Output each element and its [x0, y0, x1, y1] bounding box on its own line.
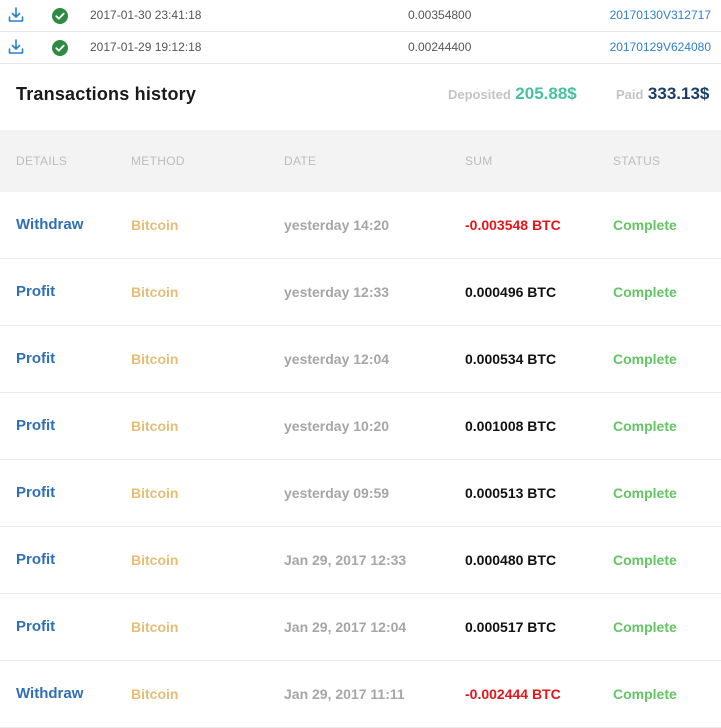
- transaction-details-link[interactable]: Profit: [16, 259, 55, 325]
- table-row: Profit Bitcoin yesterday 09:59 0.000513 …: [0, 460, 721, 527]
- transaction-details-link[interactable]: Profit: [16, 527, 55, 593]
- table-row: Withdraw Bitcoin Jan 29, 2017 11:11 -0.0…: [0, 661, 721, 728]
- table-row: Profit Bitcoin Jan 29, 2017 12:04 0.0005…: [0, 594, 721, 661]
- transaction-date: yesterday 12:04: [284, 351, 390, 367]
- table-row: Profit Bitcoin yesterday 10:20 0.001008 …: [0, 393, 721, 460]
- transaction-date: Jan 29, 2017 12:33: [284, 552, 407, 568]
- table-header: DETAILS METHOD DATE SUM STATUS: [0, 130, 721, 192]
- check-circle-icon: [52, 8, 68, 24]
- transaction-status: Complete: [613, 485, 677, 501]
- transfer-datetime: 2017-01-29 19:12:18: [90, 40, 202, 54]
- transaction-method: Bitcoin: [131, 351, 179, 367]
- transfer-datetime: 2017-01-30 23:41:18: [90, 8, 202, 22]
- transaction-method: Bitcoin: [131, 217, 179, 233]
- table-row: Withdraw Bitcoin yesterday 14:20 -0.0035…: [0, 192, 721, 259]
- paid-label: Paid: [616, 87, 644, 102]
- deposited-value: 205.88$: [515, 84, 577, 103]
- transaction-date: yesterday 14:20: [284, 217, 390, 233]
- transaction-status: Complete: [613, 619, 677, 635]
- transaction-method: Bitcoin: [131, 485, 179, 501]
- transaction-method: Bitcoin: [131, 619, 179, 635]
- transaction-method: Bitcoin: [131, 284, 179, 300]
- transfer-amount: 0.00244400: [408, 40, 472, 54]
- transaction-details-link[interactable]: Profit: [16, 594, 55, 660]
- deposited-label: Deposited: [448, 87, 511, 102]
- table-row: Profit Bitcoin yesterday 12:33 0.000496 …: [0, 259, 721, 326]
- transactions-header: Transactions history Deposited 205.88$ P…: [0, 64, 721, 130]
- transaction-status: Complete: [613, 686, 677, 702]
- transfer-id-link[interactable]: 20170129V624080: [610, 32, 711, 63]
- table-row: Profit Bitcoin yesterday 12:04 0.000534 …: [0, 326, 721, 393]
- download-icon[interactable]: [8, 39, 24, 55]
- column-method: METHOD: [131, 154, 185, 168]
- transaction-sum: 0.001008 BTC: [465, 418, 557, 434]
- transaction-status: Complete: [613, 418, 677, 434]
- transaction-status: Complete: [613, 351, 677, 367]
- transfer-row: 2017-01-30 23:41:18 0.00354800 20170130V…: [0, 0, 721, 32]
- transfer-amount: 0.00354800: [408, 8, 472, 22]
- transaction-sum: -0.002444 BTC: [465, 686, 561, 702]
- transaction-method: Bitcoin: [131, 418, 179, 434]
- check-circle-icon: [52, 40, 68, 56]
- paid-value: 333.13$: [647, 84, 710, 103]
- paid-stat: Paid 333.13$: [616, 84, 709, 104]
- transaction-details-link[interactable]: Withdraw: [16, 192, 83, 258]
- transaction-method: Bitcoin: [131, 552, 179, 568]
- transaction-details-link[interactable]: Profit: [16, 460, 55, 526]
- transfer-id-link[interactable]: 20170130V312717: [610, 0, 711, 31]
- column-details: DETAILS: [16, 154, 68, 168]
- transfer-row: 2017-01-29 19:12:18 0.00244400 20170129V…: [0, 32, 721, 64]
- column-status: STATUS: [613, 154, 661, 168]
- transaction-status: Complete: [613, 217, 677, 233]
- transaction-date: yesterday 12:33: [284, 284, 390, 300]
- transaction-details-link[interactable]: Profit: [16, 393, 55, 459]
- table-row: Profit Bitcoin Jan 29, 2017 12:33 0.0004…: [0, 527, 721, 594]
- transaction-details-link[interactable]: Withdraw: [16, 661, 83, 727]
- transaction-sum: 0.000534 BTC: [465, 351, 557, 367]
- transaction-method: Bitcoin: [131, 686, 179, 702]
- transaction-date: yesterday 10:20: [284, 418, 390, 434]
- transaction-sum: 0.000517 BTC: [465, 619, 557, 635]
- transaction-status: Complete: [613, 552, 677, 568]
- transaction-sum: -0.003548 BTC: [465, 217, 561, 233]
- transaction-sum: 0.000513 BTC: [465, 485, 557, 501]
- transaction-date: Jan 29, 2017 11:11: [284, 686, 405, 702]
- column-sum: SUM: [465, 154, 493, 168]
- transaction-date: Jan 29, 2017 12:04: [284, 619, 407, 635]
- transaction-status: Complete: [613, 284, 677, 300]
- transaction-sum: 0.000496 BTC: [465, 284, 557, 300]
- transaction-date: yesterday 09:59: [284, 485, 390, 501]
- page-title: Transactions history: [16, 84, 197, 104]
- download-icon[interactable]: [8, 7, 24, 23]
- transaction-details-link[interactable]: Profit: [16, 326, 55, 392]
- deposited-stat: Deposited 205.88$: [448, 84, 577, 104]
- column-date: DATE: [284, 154, 317, 168]
- transactions-table: Withdraw Bitcoin yesterday 14:20 -0.0035…: [0, 192, 721, 728]
- transaction-sum: 0.000480 BTC: [465, 552, 557, 568]
